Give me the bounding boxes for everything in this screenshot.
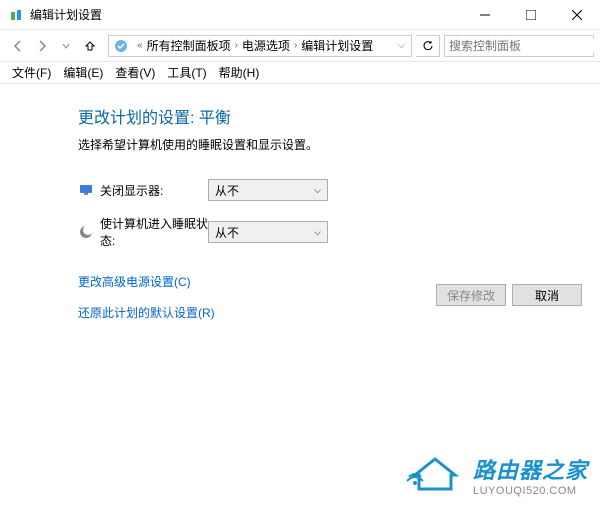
recent-dropdown[interactable]	[56, 36, 76, 56]
cancel-button[interactable]: 取消	[512, 284, 582, 306]
save-button[interactable]: 保存修改	[436, 284, 506, 306]
chevron-right-icon: ›	[294, 40, 297, 51]
chevron-down-icon: ⌵	[314, 185, 321, 196]
control-panel-icon	[113, 38, 129, 54]
app-icon	[8, 7, 24, 23]
sleep-dropdown[interactable]: 从不 ⌵	[208, 221, 328, 243]
maximize-button[interactable]	[508, 0, 554, 30]
display-off-dropdown[interactable]: 从不 ⌵	[208, 179, 328, 201]
menubar: 文件(F) 编辑(E) 查看(V) 工具(T) 帮助(H)	[0, 62, 600, 84]
forward-button[interactable]	[32, 36, 52, 56]
watermark-logo	[405, 451, 465, 499]
restore-defaults-link[interactable]: 还原此计划的默认设置(R)	[78, 304, 600, 321]
button-bar: 保存修改 取消	[436, 284, 582, 306]
breadcrumb-item[interactable]: 编辑计划设置	[301, 37, 373, 54]
page-title: 更改计划的设置: 平衡	[78, 104, 600, 128]
window-title: 编辑计划设置	[30, 6, 462, 23]
setting-sleep: 使计算机进入睡眠状态: 从不 ⌵	[78, 215, 600, 249]
setting-display-off: 关闭显示器: 从不 ⌵	[78, 179, 600, 201]
setting-label: 关闭显示器:	[100, 182, 208, 199]
refresh-button[interactable]	[416, 35, 440, 57]
minimize-button[interactable]	[462, 0, 508, 30]
search-box[interactable]: 🔍	[444, 35, 594, 57]
setting-label: 使计算机进入睡眠状态:	[100, 215, 208, 249]
up-button[interactable]	[80, 36, 100, 56]
chevron-down-icon[interactable]: ⌵	[398, 40, 405, 51]
menu-help[interactable]: 帮助(H)	[213, 64, 266, 81]
monitor-icon	[78, 182, 94, 198]
dropdown-value: 从不	[215, 224, 314, 241]
moon-icon	[78, 224, 94, 240]
watermark-url: LUYOUQI520.COM	[473, 485, 588, 497]
search-input[interactable]	[449, 39, 600, 53]
watermark: 路由器之家 LUYOUQI520.COM	[405, 451, 588, 499]
watermark-text: 路由器之家 LUYOUQI520.COM	[473, 453, 588, 497]
page-subtitle: 选择希望计算机使用的睡眠设置和显示设置。	[78, 136, 600, 153]
chevron-down-icon: ⌵	[314, 227, 321, 238]
menu-edit[interactable]: 编辑(E)	[57, 64, 109, 81]
breadcrumb-item[interactable]: 电源选项	[242, 37, 290, 54]
navbar: « 所有控制面板项 › 电源选项 › 编辑计划设置 ⌵ 🔍	[0, 30, 600, 62]
chevron-right-icon: ›	[235, 40, 238, 51]
menu-file[interactable]: 文件(F)	[6, 64, 57, 81]
watermark-title: 路由器之家	[473, 453, 588, 485]
dropdown-value: 从不	[215, 182, 314, 199]
window-controls	[462, 0, 600, 30]
back-button[interactable]	[8, 36, 28, 56]
breadcrumb[interactable]: « 所有控制面板项 › 电源选项 › 编辑计划设置 ⌵	[108, 35, 412, 57]
menu-tools[interactable]: 工具(T)	[161, 64, 212, 81]
close-button[interactable]	[554, 0, 600, 30]
chevron-right-icon: «	[137, 40, 143, 51]
menu-view[interactable]: 查看(V)	[109, 64, 161, 81]
breadcrumb-item[interactable]: 所有控制面板项	[147, 37, 231, 54]
titlebar: 编辑计划设置	[0, 0, 600, 30]
